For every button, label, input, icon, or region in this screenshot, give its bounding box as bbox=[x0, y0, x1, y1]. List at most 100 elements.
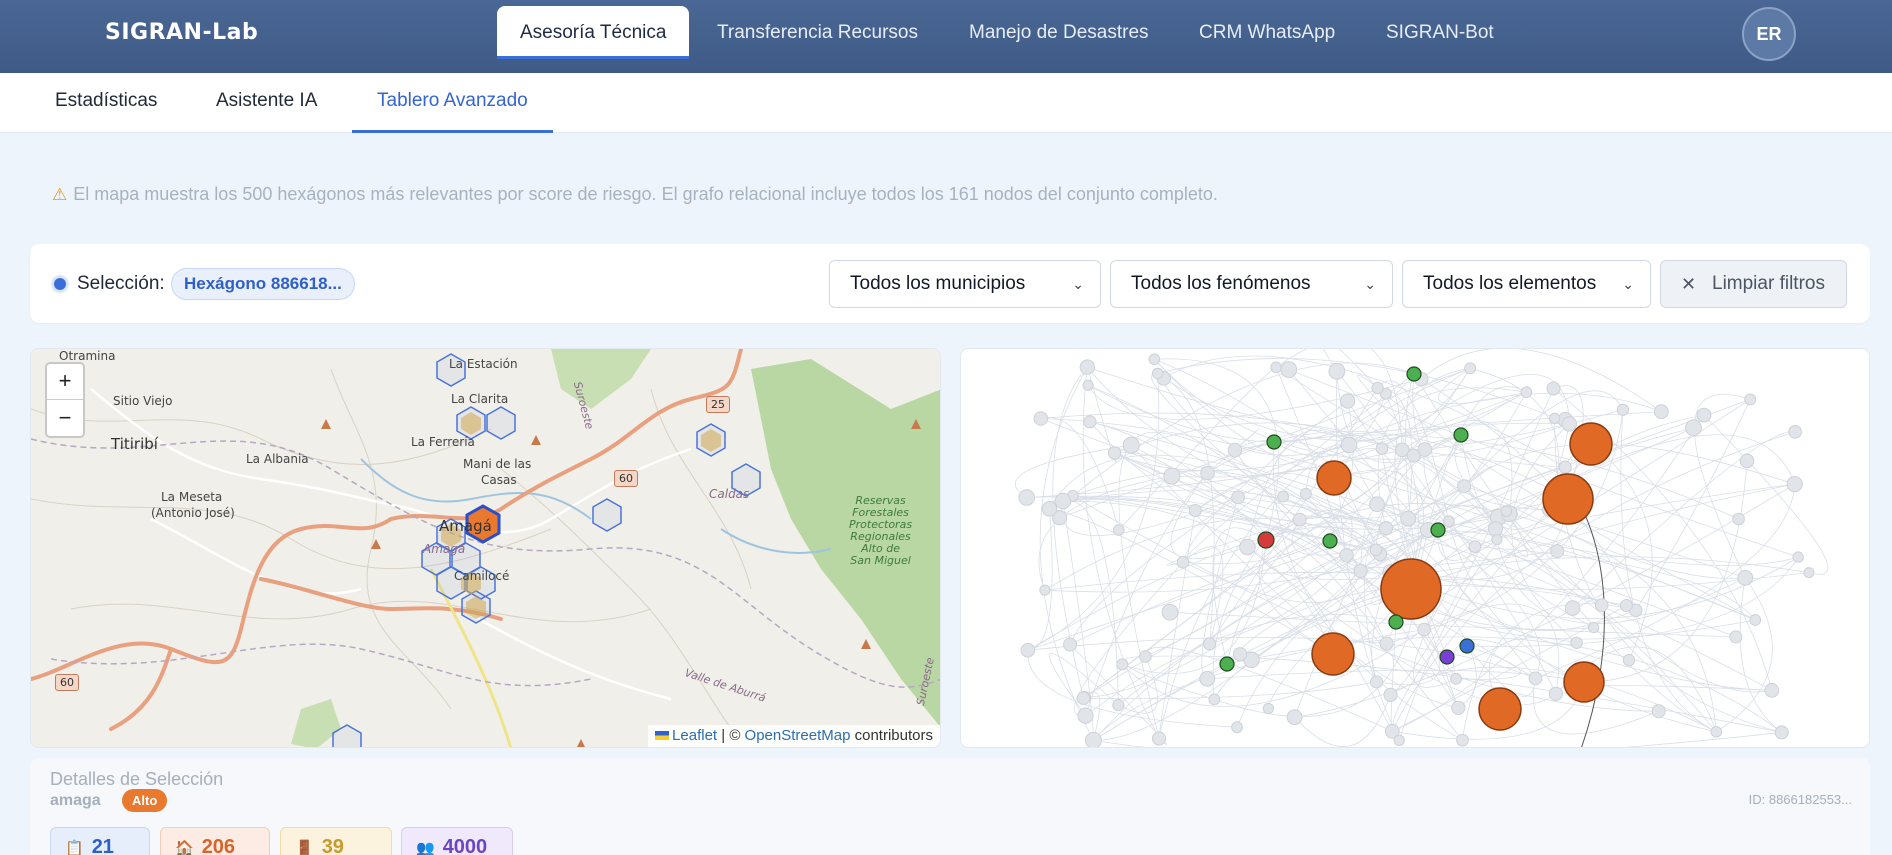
graph-node[interactable] bbox=[1379, 521, 1394, 536]
graph-node[interactable] bbox=[1107, 446, 1122, 460]
graph-node[interactable] bbox=[1622, 654, 1636, 667]
graph-node[interactable] bbox=[1393, 734, 1405, 746]
graph-node[interactable] bbox=[1651, 704, 1666, 719]
nav-tab-bot[interactable]: SIGRAN-Bot bbox=[1363, 6, 1517, 59]
graph-node-highlighted[interactable] bbox=[1430, 522, 1446, 538]
graph-node[interactable] bbox=[1292, 512, 1307, 527]
graph-node[interactable] bbox=[1163, 467, 1181, 485]
relation-graph[interactable] bbox=[961, 349, 1870, 748]
graph-node[interactable] bbox=[1528, 671, 1543, 686]
graph-node[interactable] bbox=[1764, 682, 1780, 698]
graph-node[interactable] bbox=[1520, 386, 1533, 399]
graph-node-highlighted[interactable] bbox=[1380, 558, 1442, 620]
nav-tab-transferencia[interactable]: Transferencia Recursos bbox=[694, 6, 941, 59]
graph-node[interactable] bbox=[1468, 540, 1482, 554]
graph-node[interactable] bbox=[1558, 460, 1572, 474]
user-avatar[interactable]: ER bbox=[1742, 7, 1796, 61]
municipio-select[interactable]: Todos los municipios ⌄ bbox=[829, 260, 1101, 308]
graph-node[interactable] bbox=[1369, 675, 1384, 689]
graph-node[interactable] bbox=[1199, 670, 1216, 687]
graph-node[interactable] bbox=[1456, 733, 1469, 747]
fenomeno-select[interactable]: Todos los fenómenos ⌄ bbox=[1110, 260, 1393, 308]
graph-node[interactable] bbox=[1653, 404, 1669, 419]
graph-node-highlighted[interactable] bbox=[1439, 649, 1455, 665]
graph-node-highlighted[interactable] bbox=[1453, 427, 1469, 443]
graph-node[interactable] bbox=[1450, 672, 1463, 685]
graph-node[interactable] bbox=[1353, 563, 1368, 578]
graph-node[interactable] bbox=[1737, 569, 1754, 586]
selection-chip[interactable]: Hexágono 886618... bbox=[171, 268, 355, 300]
graph-node[interactable] bbox=[1286, 709, 1303, 726]
graph-node[interactable] bbox=[1082, 379, 1094, 391]
graph-node-highlighted[interactable] bbox=[1388, 614, 1404, 630]
nav-tab-asesoria[interactable]: Asesoría Técnica bbox=[497, 6, 690, 59]
nav-tab-crm[interactable]: CRM WhatsApp bbox=[1176, 6, 1358, 59]
subtab-tablero[interactable]: Tablero Avanzado bbox=[352, 73, 553, 133]
graph-node[interactable] bbox=[1084, 731, 1102, 748]
graph-node-highlighted[interactable] bbox=[1311, 632, 1355, 676]
graph-node[interactable] bbox=[1079, 359, 1096, 375]
graph-node[interactable] bbox=[1239, 538, 1256, 556]
graph-node-highlighted[interactable] bbox=[1322, 533, 1338, 549]
graph-node[interactable] bbox=[1570, 636, 1583, 649]
graph-node[interactable] bbox=[1546, 381, 1561, 396]
graph-node[interactable] bbox=[1549, 412, 1561, 424]
graph-node-highlighted[interactable] bbox=[1257, 531, 1275, 549]
graph-node[interactable] bbox=[1083, 415, 1097, 429]
zoom-in-button[interactable]: + bbox=[47, 364, 83, 400]
graph-node-highlighted[interactable] bbox=[1569, 422, 1613, 466]
subtab-asistente[interactable]: Asistente IA bbox=[191, 73, 342, 133]
graph-node[interactable] bbox=[1227, 442, 1243, 458]
graph-node[interactable] bbox=[1151, 367, 1164, 380]
graph-node[interactable] bbox=[1200, 465, 1215, 481]
zoom-out-button[interactable]: − bbox=[47, 401, 83, 437]
graph-node[interactable] bbox=[1161, 603, 1179, 621]
graph-node[interactable] bbox=[1564, 600, 1581, 616]
graph-node[interactable] bbox=[1033, 411, 1049, 426]
graph-node[interactable] bbox=[1231, 721, 1243, 734]
graph-node[interactable] bbox=[1491, 534, 1503, 546]
graph-node[interactable] bbox=[1176, 555, 1190, 569]
graph-node[interactable] bbox=[1732, 512, 1745, 526]
graph-node[interactable] bbox=[1788, 425, 1802, 439]
graph-node[interactable] bbox=[1548, 686, 1564, 701]
graph-node[interactable] bbox=[1729, 630, 1743, 644]
graph-node[interactable] bbox=[1063, 637, 1078, 652]
graph-node[interactable] bbox=[1464, 362, 1477, 375]
graph-node[interactable] bbox=[1619, 599, 1633, 612]
graph-node[interactable] bbox=[1803, 567, 1815, 579]
graph-node[interactable] bbox=[1203, 637, 1217, 651]
graph-node[interactable] bbox=[1749, 614, 1762, 626]
graph-node-highlighted[interactable] bbox=[1219, 656, 1235, 672]
graph-node[interactable] bbox=[1020, 642, 1036, 658]
relation-graph-panel[interactable] bbox=[960, 348, 1870, 748]
graph-node[interactable] bbox=[1328, 362, 1346, 380]
graph-node[interactable] bbox=[1340, 436, 1358, 454]
brand-logo[interactable]: SIGRAN-Lab bbox=[105, 20, 258, 45]
clear-filters-button[interactable]: ✕ Limpiar filtros bbox=[1660, 260, 1847, 308]
graph-node[interactable] bbox=[1744, 393, 1757, 406]
graph-node[interactable] bbox=[1685, 419, 1702, 437]
graph-node[interactable] bbox=[1262, 702, 1274, 715]
graph-node[interactable] bbox=[1792, 551, 1804, 563]
graph-node[interactable] bbox=[1151, 731, 1167, 746]
graph-node[interactable] bbox=[1696, 407, 1712, 423]
graph-node[interactable] bbox=[1375, 442, 1389, 455]
graph-node[interactable] bbox=[1786, 476, 1803, 493]
graph-node[interactable] bbox=[1280, 361, 1298, 379]
graph-node[interactable] bbox=[1339, 548, 1354, 563]
graph-node[interactable] bbox=[1371, 381, 1384, 395]
graph-node[interactable] bbox=[1300, 487, 1312, 500]
graph-node[interactable] bbox=[1076, 691, 1091, 705]
graph-node[interactable] bbox=[1054, 492, 1072, 510]
graph-node[interactable] bbox=[1188, 504, 1202, 517]
graph-node[interactable] bbox=[1500, 505, 1513, 517]
graph-node[interactable] bbox=[1039, 584, 1051, 596]
graph-node[interactable] bbox=[1208, 693, 1221, 706]
graph-node[interactable] bbox=[1383, 687, 1398, 702]
graph-node[interactable] bbox=[1116, 658, 1129, 671]
graph-node[interactable] bbox=[1113, 524, 1125, 536]
nav-tab-desastres[interactable]: Manejo de Desastres bbox=[946, 6, 1172, 59]
graph-node[interactable] bbox=[1340, 393, 1356, 409]
graph-node[interactable] bbox=[1594, 598, 1609, 612]
